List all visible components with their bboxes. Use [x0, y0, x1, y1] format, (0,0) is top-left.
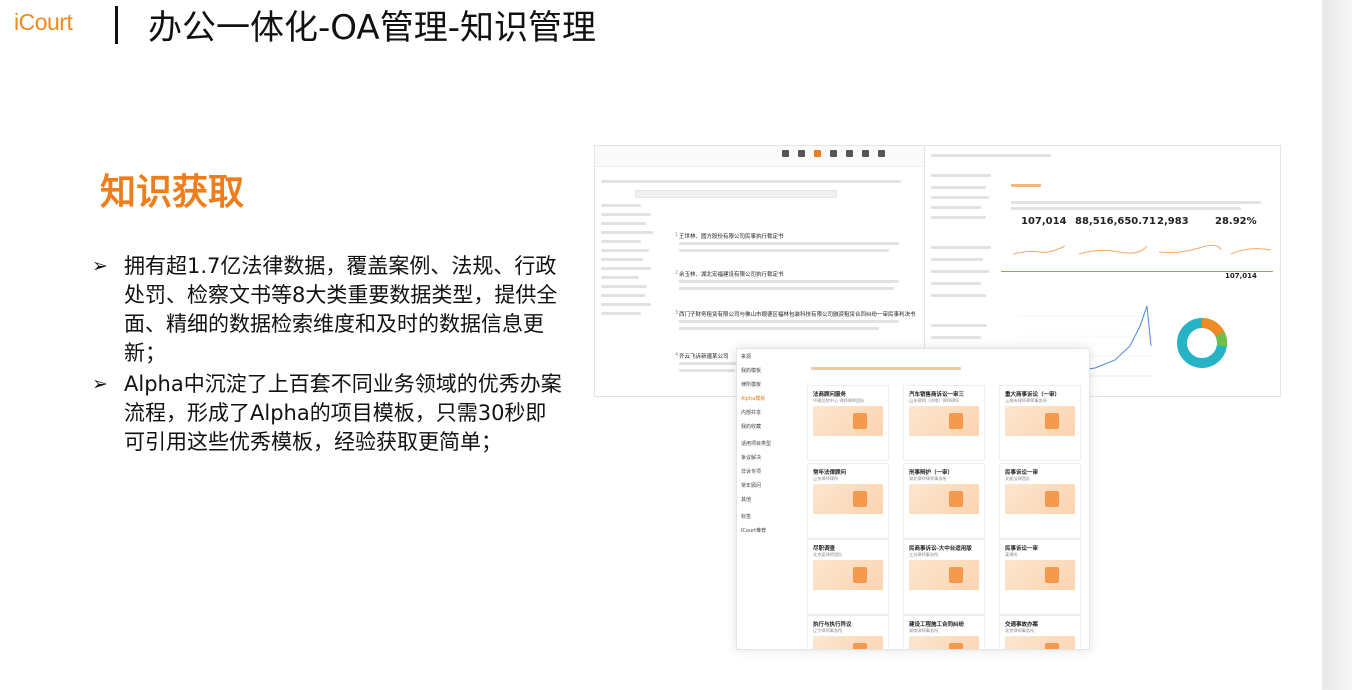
nav-favorites[interactable]: 我的收藏	[741, 423, 805, 430]
nav-project-type: 适用项目类型	[741, 441, 772, 447]
sparklines	[1012, 244, 1272, 255]
bullet-text: 拥有超1.7亿法律数据，覆盖案例、法规、行政处罚、检察文书等8大类重要数据类型，…	[124, 254, 558, 365]
page-title: 办公一体化-OA管理-知识管理	[148, 8, 596, 48]
arrow-bullet-icon: ➢	[92, 373, 108, 395]
finance-icon	[846, 150, 853, 157]
template-card[interactable]: 民事诉讼一审 某律所	[999, 539, 1081, 615]
nav-source: 来源	[741, 354, 752, 360]
search-icon	[814, 150, 821, 157]
nav-non-litigation[interactable]: 非诉专项	[741, 468, 805, 475]
nav-tags: 标签	[741, 514, 752, 520]
report-icon	[862, 150, 869, 157]
bullet-text: Alpha中沉淀了上百套不同业务领域的优秀办案流程，形成了Alpha的项目模板，…	[124, 372, 562, 454]
stat-count: 2,983	[1157, 216, 1189, 227]
title-divider	[115, 6, 118, 44]
slide-edge	[1322, 0, 1352, 690]
result-title[interactable]: 王世林、圆方股份有限公司民事执行裁定书	[679, 232, 784, 240]
template-card[interactable]: 尽职调查 北京某律师团队	[807, 539, 889, 615]
workbench-icon	[782, 150, 789, 157]
nav-counsel[interactable]: 常年顾问	[741, 482, 805, 489]
template-card[interactable]: 建设工程施工合同纠纷 湖南律师事务所	[903, 615, 985, 649]
bullet-list: ➢ 拥有超1.7亿法律数据，覆盖案例、法规、行政处罚、检察文书等8大类重要数据类型…	[92, 252, 562, 459]
donut-chart	[1177, 317, 1228, 368]
icourt-logo: iCourt	[14, 9, 73, 35]
stat-total: 107,014	[1021, 216, 1067, 227]
stat-ratio: 28.92%	[1215, 216, 1257, 227]
stat-total-small: 107,014	[1225, 272, 1257, 280]
template-nav: 来源 我的模板 律所模板 Alpha模板 内部共享 我的收藏 适用项目类型 争议…	[741, 353, 805, 541]
template-card[interactable]: 重大商事诉讼（一审） 上海市律师律师事务所	[999, 385, 1081, 461]
filter-sidebar	[601, 204, 661, 321]
result-title[interactable]: 齐云飞诉新疆某公司	[679, 352, 729, 360]
nav-other[interactable]: 其他	[741, 496, 805, 503]
template-card[interactable]: 刑事辩护（一审） 湖北律师律师事务所	[903, 463, 985, 539]
template-card[interactable]: 执行与执行异议 辽宁律师事务所	[807, 615, 889, 649]
nav-dispute[interactable]: 争议解决	[741, 454, 805, 461]
template-card[interactable]: 民事诉讼一审 文能法律团队	[999, 463, 1081, 539]
client-icon	[798, 150, 805, 157]
bullet-item: ➢ Alpha中沉淀了上百套不同业务领域的优秀办案流程，形成了Alpha的项目模板…	[92, 370, 562, 457]
bullet-item: ➢ 拥有超1.7亿法律数据，覆盖案例、法规、行政处罚、检察文书等8大类重要数据类型…	[92, 252, 562, 368]
nav-shared[interactable]: 内部共享	[741, 409, 805, 416]
result-title[interactable]: 西门子财务租赁有限公司与佛山市顺德区福林包装科技有限公司融资租赁合同纠纷一审民事…	[679, 310, 916, 318]
arrow-bullet-icon: ➢	[92, 255, 108, 277]
nav-my-templates[interactable]: 我的模板	[741, 367, 805, 374]
template-card[interactable]: 交通事故办案 北京律师事务所	[999, 615, 1081, 649]
section-title: 知识获取	[100, 172, 245, 213]
template-card[interactable]: 常年法律顾问 山东律师律所	[807, 463, 889, 539]
template-card[interactable]: 民商事诉讼-大中台适用版 江苏律师事务所	[903, 539, 985, 615]
app-toolbar	[595, 146, 925, 167]
nav-firm-templates[interactable]: 律所模板	[741, 381, 805, 388]
user-icon	[878, 150, 885, 157]
template-card[interactable]: 法商顾问服务 中建总院中心 律师律师团队	[807, 385, 889, 461]
template-library-screenshot: 来源 我的模板 律所模板 Alpha模板 内部共享 我的收藏 适用项目类型 争议…	[736, 348, 1090, 650]
stat-amount: 88,516,650.71	[1075, 216, 1156, 227]
nav-alpha-templates[interactable]: Alpha模板	[741, 395, 805, 402]
nav-icourt-recommend[interactable]: iCourt推荐	[741, 527, 805, 534]
result-title[interactable]: 余玉林、湖北宏福建设有限公司执行裁定书	[679, 270, 784, 278]
template-card[interactable]: 汽车销售商诉讼一审三 山东律师（济南）律师律所	[903, 385, 985, 461]
project-icon	[830, 150, 837, 157]
